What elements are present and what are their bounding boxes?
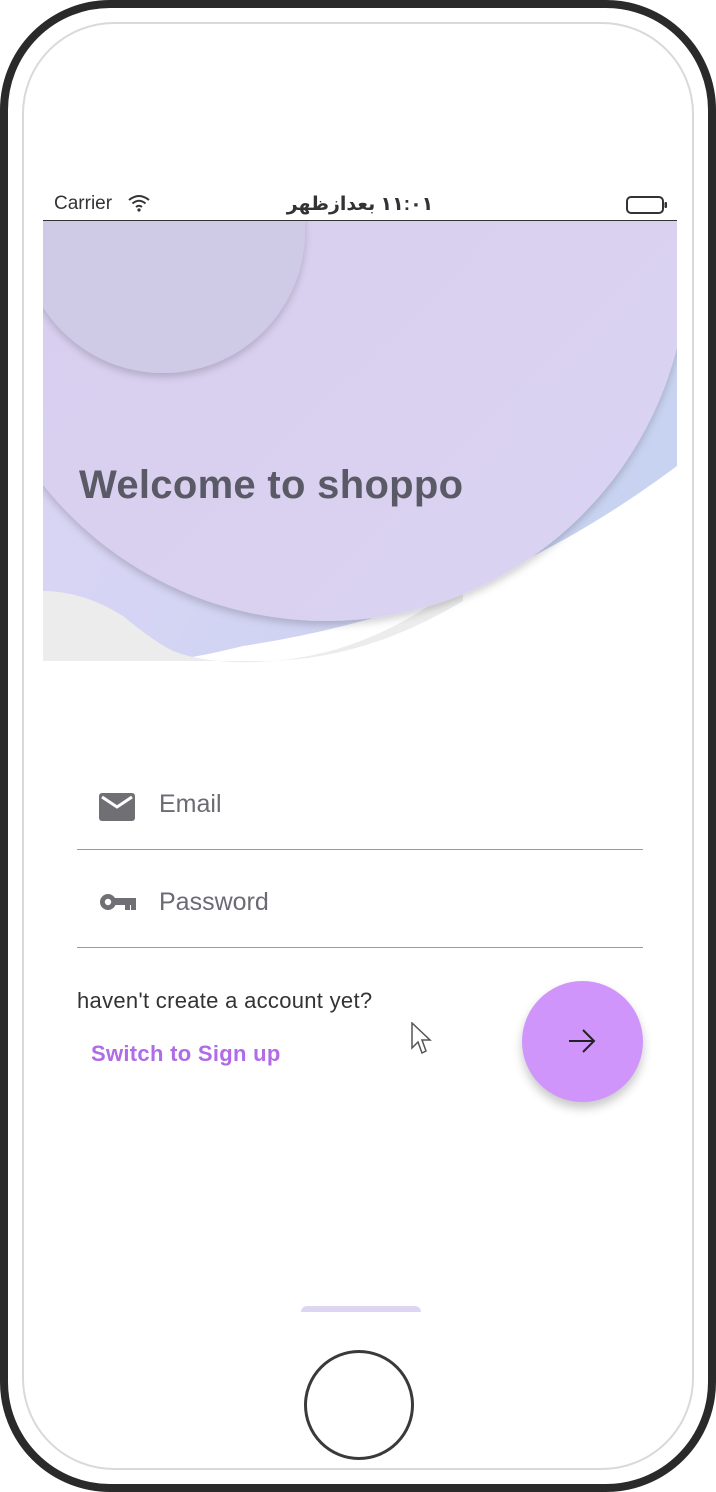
status-time: ١١:٠١ بعدازظهر [286,194,434,215]
switch-to-signup-link[interactable]: Switch to Sign up [91,1041,281,1067]
arrow-right-icon [569,1029,596,1053]
key-icon [99,891,137,918]
header-wave-background: Welcome to shoppo [43,186,677,671]
mail-icon [99,793,135,826]
mouse-cursor-icon [411,1021,433,1061]
bottom-decoration [301,1306,421,1312]
status-bar: Carrier ١١:٠١ بعدازظهر [43,186,677,221]
battery-icon [626,196,668,219]
welcome-title: Welcome to shoppo [79,463,464,507]
submit-button[interactable] [522,981,643,1102]
home-button[interactable] [304,1350,414,1460]
password-field[interactable] [77,851,643,948]
email-field[interactable] [77,753,643,850]
app-screen: Carrier ١١:٠١ بعدازظهر Welcome to shoppo… [43,186,677,1312]
password-input[interactable] [157,881,621,923]
no-account-hint: haven't create a account yet? [77,988,373,1013]
email-input[interactable] [157,783,621,825]
